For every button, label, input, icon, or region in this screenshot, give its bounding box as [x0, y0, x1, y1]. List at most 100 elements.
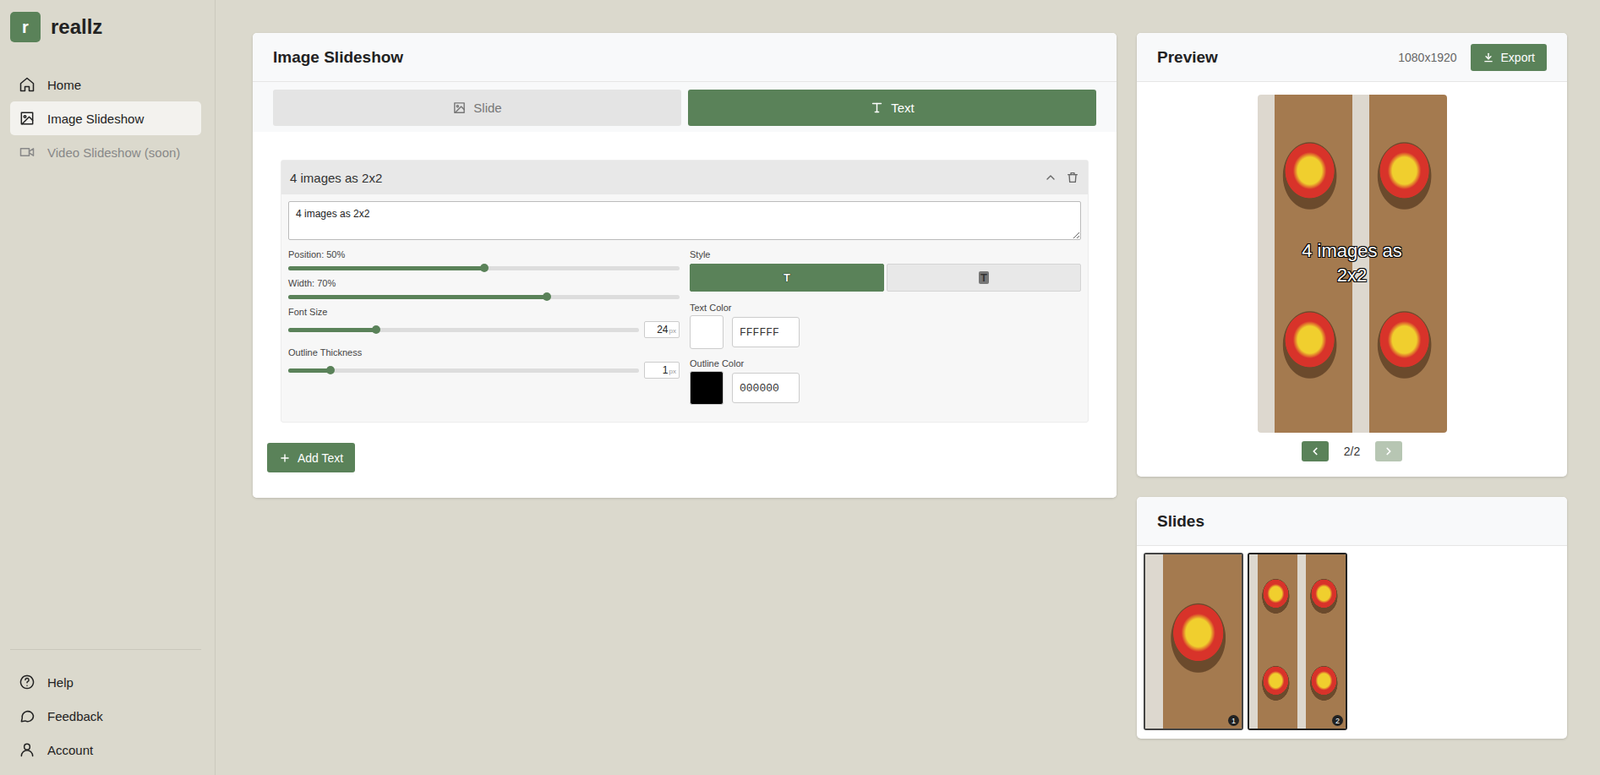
- trash-icon[interactable]: [1065, 170, 1080, 185]
- photo: [1352, 94, 1448, 264]
- sidebar-item-label: Video Slideshow (soon): [47, 145, 181, 160]
- slider-label: Font Size: [288, 305, 680, 318]
- prev-button[interactable]: [1301, 441, 1329, 462]
- style-option[interactable]: T: [886, 263, 1082, 292]
- sidebar-item-label: Image Slideshow: [47, 111, 144, 126]
- color-label: Outline Color: [689, 357, 1082, 370]
- slider-row: 1px: [288, 358, 680, 381]
- sidebar-item[interactable]: Account: [10, 732, 202, 767]
- text-input[interactable]: [288, 201, 1082, 241]
- export-button[interactable]: Export: [1470, 43, 1547, 71]
- download-icon: [1482, 51, 1495, 64]
- text-item: 4 images as 2x2 Position: 50% Width: 70% Fo…: [280, 159, 1089, 423]
- chevron-up-icon[interactable]: [1043, 170, 1058, 185]
- slider-thumb[interactable]: [542, 292, 552, 301]
- image-icon: [18, 109, 36, 127]
- slides-card: Slides12: [1136, 496, 1568, 739]
- sidebar-item-label: Account: [47, 742, 93, 758]
- hex-input[interactable]: 000000: [731, 372, 800, 404]
- number-unit: px: [669, 327, 677, 335]
- color-control: Outline Color 000000: [689, 357, 1082, 405]
- tab[interactable]: Slide: [273, 89, 682, 126]
- number-input[interactable]: 1px: [644, 361, 680, 379]
- logo: r: [10, 11, 41, 43]
- slider-track[interactable]: [288, 327, 639, 333]
- slider-control: Position: 50%: [288, 248, 680, 274]
- chevron-right-icon: [1382, 445, 1395, 458]
- tab-label: Text: [890, 100, 915, 115]
- slider-row: [288, 260, 680, 274]
- sidebar-item: Video Slideshow (soon): [10, 135, 202, 170]
- hex-input[interactable]: FFFFFF: [731, 316, 800, 348]
- color-row: 000000: [689, 371, 1082, 405]
- add-text-button[interactable]: Add Text: [267, 442, 355, 473]
- slider-track[interactable]: [288, 294, 680, 300]
- text-item-header[interactable]: 4 images as 2x2: [281, 160, 1088, 195]
- color-row: FFFFFF: [689, 315, 1082, 350]
- brand[interactable]: rreallz: [10, 11, 202, 43]
- slide-number: 2: [1332, 715, 1344, 727]
- sidebar-bottom: Help Feedback Account: [10, 649, 202, 767]
- style-option[interactable]: T: [689, 263, 885, 292]
- tab-label: Slide: [473, 100, 502, 115]
- slider-track[interactable]: [288, 368, 639, 373]
- slider-control: Outline Thickness 1px: [288, 346, 680, 381]
- number-value: 1: [662, 364, 669, 377]
- card-header: Preview 1080x1920 Export: [1136, 32, 1568, 82]
- tab[interactable]: Text: [688, 89, 1097, 126]
- controls: Position: 50% Width: 70% Font Size 24px Outl…: [288, 248, 1082, 414]
- slide-number: 1: [1228, 715, 1240, 727]
- color-control: Text ColorFFFFFF: [689, 301, 1082, 350]
- style-glyph: T: [978, 271, 989, 284]
- style-column: StyleTTText ColorFFFFFFOutline Color0000…: [689, 248, 1082, 414]
- sidebar-item-label: Help: [47, 675, 74, 690]
- slider-fill: [288, 266, 485, 271]
- brand-name: reallz: [50, 15, 103, 39]
- preview-actions: 1080x1920 Export: [1397, 43, 1547, 71]
- photo: [1352, 263, 1448, 433]
- number-input[interactable]: 24px: [644, 321, 680, 339]
- photo: [1257, 263, 1353, 433]
- photo: [1249, 554, 1298, 642]
- tabs: Slide Text: [252, 81, 1117, 132]
- preview-card: Preview 1080x1920 Export 4 images as 2x2 2/2: [1136, 32, 1568, 477]
- sidebar-item[interactable]: Help: [10, 665, 202, 699]
- color-swatch[interactable]: [689, 371, 724, 405]
- sidebar-item-label: Feedback: [47, 709, 104, 724]
- pager: 2/2: [1301, 441, 1403, 462]
- sidebar-item-label: Home: [47, 77, 82, 93]
- next-button: [1375, 441, 1403, 462]
- slider-track[interactable]: [288, 266, 680, 271]
- slider-thumb[interactable]: [480, 263, 489, 273]
- slide-thumbnail[interactable]: 1: [1143, 552, 1244, 731]
- slider-column: Position: 50% Width: 70% Font Size 24px Outl…: [288, 248, 680, 414]
- style-options: TT: [689, 263, 1082, 292]
- slider-label: Position: 50%: [288, 248, 680, 261]
- slider-fill: [288, 327, 377, 333]
- sidebar-item[interactable]: Feedback: [10, 698, 202, 733]
- text-list: 4 images as 2x2 Position: 50% Width: 70% Fo…: [252, 131, 1117, 498]
- home-icon: [18, 76, 36, 93]
- style-label: Style: [689, 248, 1082, 261]
- type-icon: [869, 100, 885, 115]
- color-swatch[interactable]: [689, 315, 724, 350]
- number-unit: px: [669, 367, 677, 376]
- resolution: 1080x1920: [1397, 50, 1457, 65]
- text-item-body: Position: 50% Width: 70% Font Size 24px Outl…: [281, 194, 1088, 422]
- slider-label: Outline Thickness: [288, 346, 680, 359]
- style-glyph: T: [783, 271, 791, 284]
- export-label: Export: [1501, 50, 1535, 65]
- text-item-actions: [1043, 170, 1080, 185]
- card-header: Image Slideshow: [252, 32, 1117, 82]
- slider-thumb[interactable]: [371, 325, 381, 334]
- main: Image SlideshowSlideText4 images as 2x2P…: [215, 0, 1600, 775]
- card-title: Preview: [1157, 48, 1218, 67]
- help-icon: [18, 673, 36, 691]
- overlay-text[interactable]: 4 images as 2x2: [1285, 239, 1419, 288]
- slide-thumbnail[interactable]: 2: [1247, 552, 1348, 731]
- sidebar-item[interactable]: Home: [10, 67, 202, 102]
- slider-thumb[interactable]: [326, 365, 335, 375]
- sidebar-item[interactable]: Image Slideshow: [10, 101, 202, 136]
- slider-fill: [288, 294, 547, 300]
- slider-control: Width: 70%: [288, 277, 680, 303]
